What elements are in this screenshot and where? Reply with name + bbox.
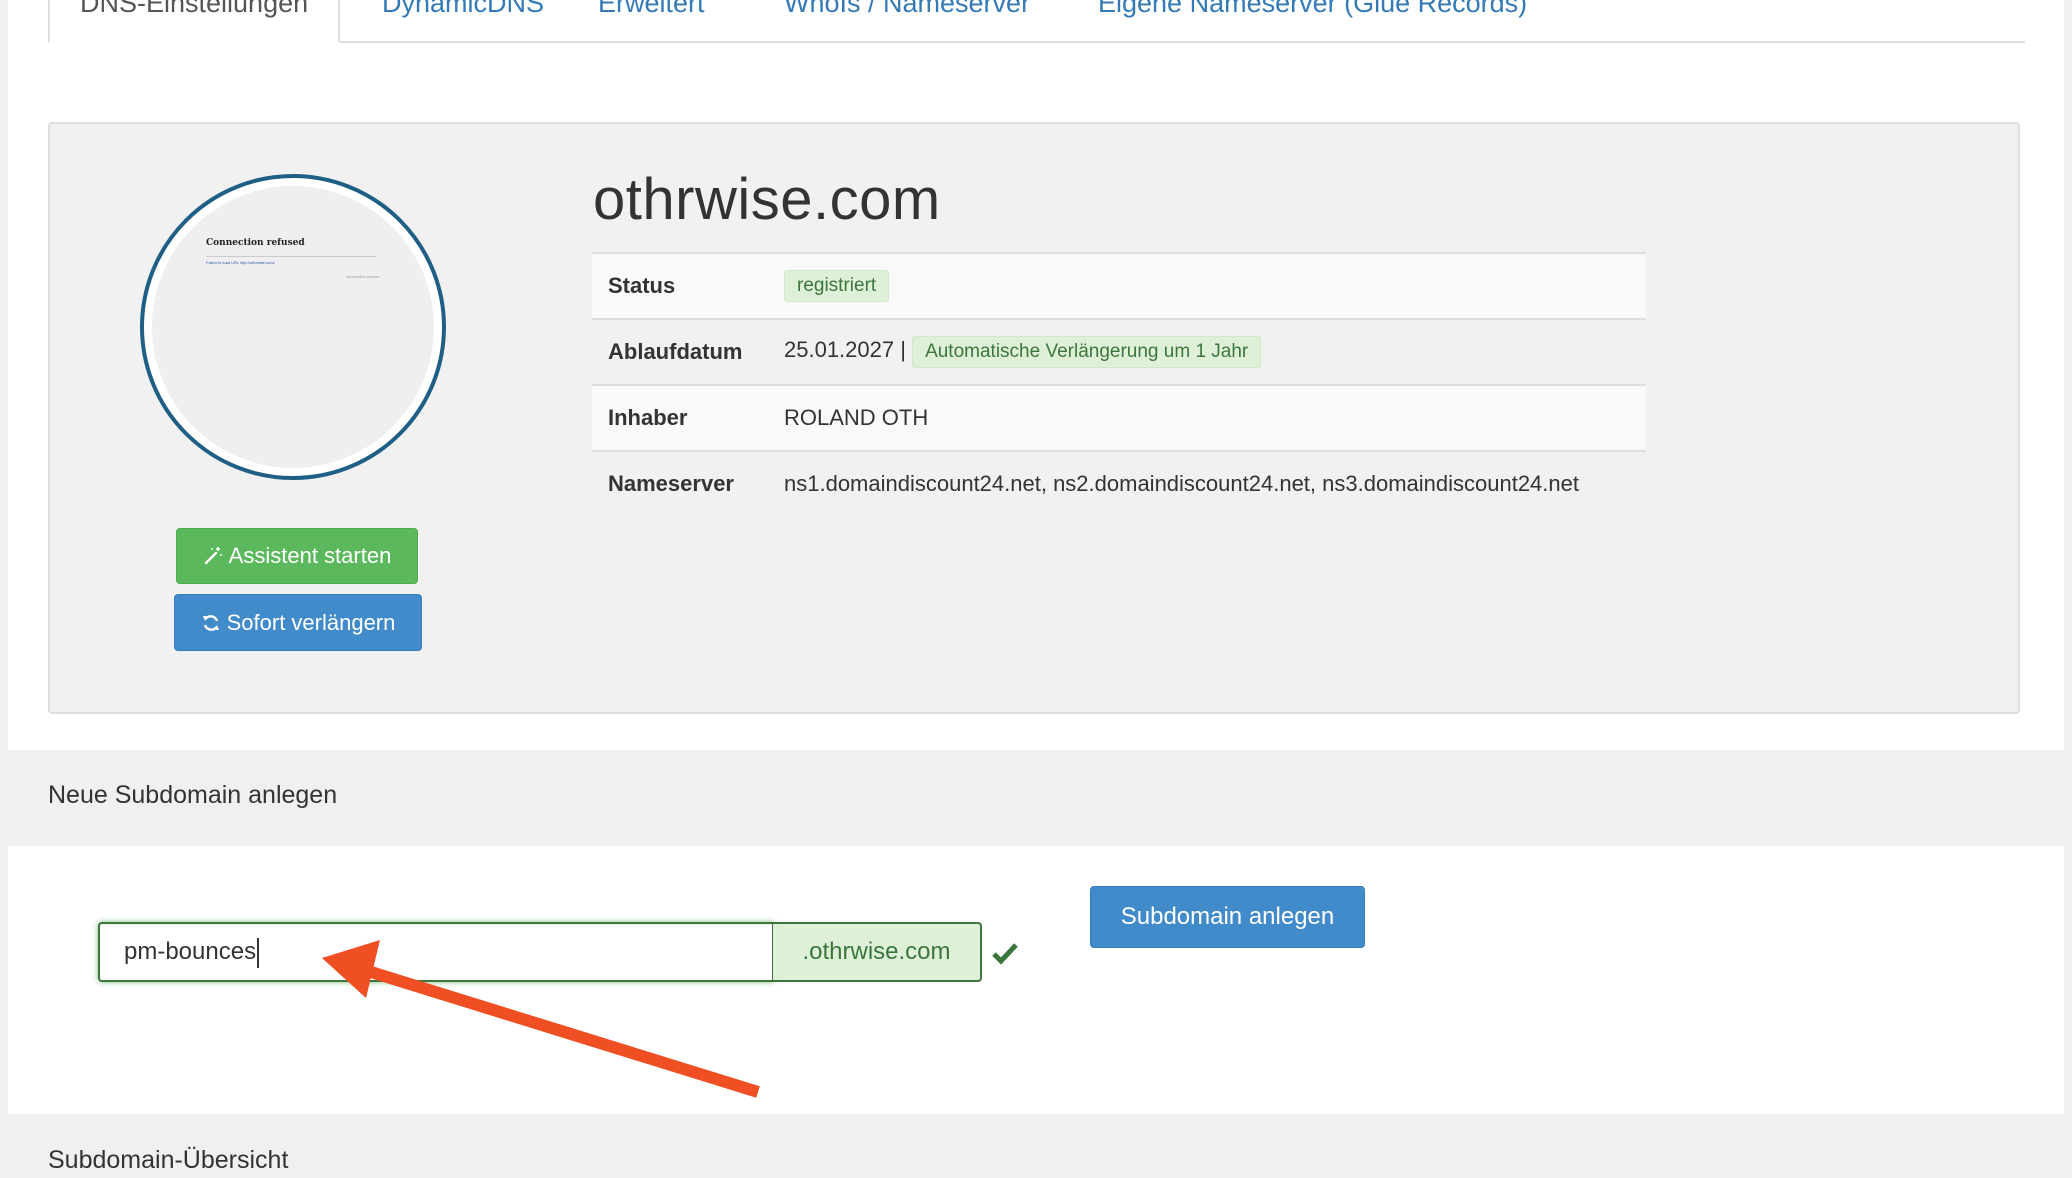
page: DNS-Einstellungen DynamicDNS Erweitert W… <box>8 0 2064 1178</box>
domain-name-title: othrwise.com <box>593 167 941 232</box>
domain-info-table: Status registriert Ablaufdatum 25.01.202… <box>592 252 1646 516</box>
subdomain-input-value: pm-bounces <box>124 938 257 965</box>
new-subdomain-title: Neue Subdomain anlegen <box>48 781 338 809</box>
preview-screenshot: Connection refused Failed to load URL ht… <box>152 186 434 468</box>
subdomain-overview-title: Subdomain-Übersicht <box>48 1146 289 1174</box>
create-subdomain-button[interactable]: Subdomain anlegen <box>1090 886 1365 948</box>
tab-dns-settings[interactable]: DNS-Einstellungen <box>48 0 341 43</box>
table-row: Status registriert <box>592 252 1646 319</box>
expiry-label: Ablaufdatum <box>592 318 768 385</box>
preview-divider <box>206 256 376 257</box>
expiry-date: 25.01.2027 | <box>784 337 906 362</box>
table-row: Ablaufdatum 25.01.2027 | Automatische Ve… <box>592 318 1646 385</box>
start-assistant-button[interactable]: Assistent starten <box>176 528 418 584</box>
nameserver-value: ns1.domaindiscount24.net, ns2.domaindisc… <box>768 450 1646 516</box>
tab-whois-nameserver[interactable]: WhoIs / Nameserver <box>784 0 1030 40</box>
owner-label: Inhaber <box>592 384 768 451</box>
checkmark-icon <box>992 943 1018 965</box>
new-subdomain-header: Neue Subdomain anlegen <box>8 750 2064 846</box>
renew-now-button[interactable]: Sofort verlängern <box>174 594 422 651</box>
status-badge: registriert <box>784 270 890 302</box>
renew-now-label: Sofort verlängern <box>226 609 396 635</box>
expiry-value: 25.01.2027 | Automatische Verlängerung u… <box>768 318 1646 385</box>
preview-footer-text: screenshot service <box>346 274 380 279</box>
nameserver-label: Nameserver <box>592 450 768 516</box>
annotation-arrow-icon <box>322 940 760 1098</box>
tab-advanced[interactable]: Erweitert <box>598 0 705 40</box>
tab-glue-records[interactable]: Eigene Nameserver (Glue Records) <box>1098 0 1527 40</box>
domain-suffix-addon: .othrwise.com <box>772 922 982 982</box>
auto-renew-badge: Automatische Verlängerung um 1 Jahr <box>912 336 1262 368</box>
refresh-icon <box>202 614 219 631</box>
owner-value: ROLAND OTH <box>768 384 1646 451</box>
preview-error-text: Failed to load URL http://othrwise.com/ <box>206 260 275 265</box>
table-row: Nameserver ns1.domaindiscount24.net, ns2… <box>592 450 1646 516</box>
tab-bar: DNS-Einstellungen DynamicDNS Erweitert W… <box>48 0 2025 43</box>
status-value: registriert <box>768 252 1646 319</box>
tab-dynamic-dns[interactable]: DynamicDNS <box>382 0 544 40</box>
table-row: Inhaber ROLAND OTH <box>592 384 1646 451</box>
subdomain-overview-header: Subdomain-Übersicht <box>8 1114 2064 1178</box>
magic-wand-icon <box>204 547 222 565</box>
start-assistant-label: Assistent starten <box>228 543 392 568</box>
preview-error-title: Connection refused <box>206 238 305 248</box>
text-cursor <box>257 937 260 968</box>
website-preview: Connection refused Failed to load URL ht… <box>140 174 446 480</box>
domain-info-panel: Connection refused Failed to load URL ht… <box>48 122 2020 714</box>
status-label: Status <box>592 252 768 319</box>
